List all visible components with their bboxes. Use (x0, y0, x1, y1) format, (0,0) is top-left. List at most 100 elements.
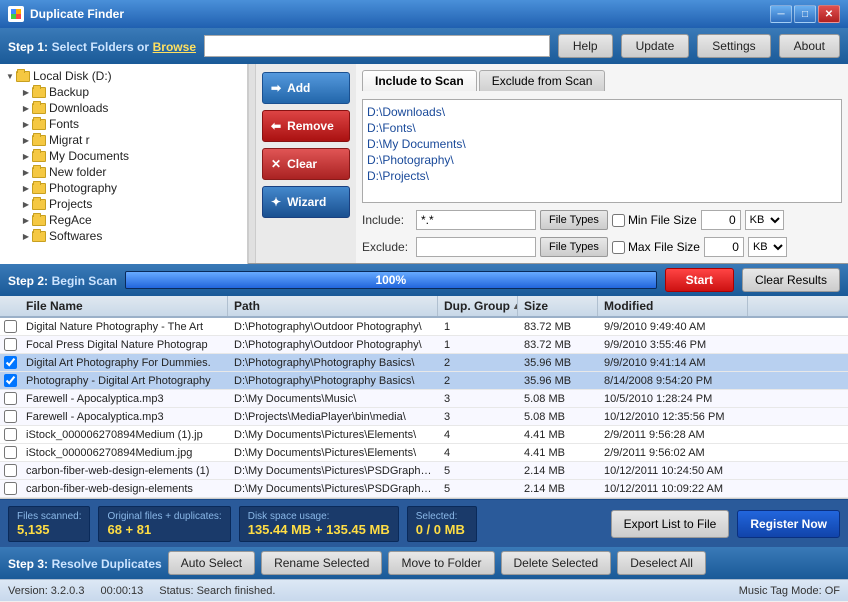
auto-select-button[interactable]: Auto Select (168, 551, 255, 575)
delete-selected-button[interactable]: Delete Selected (501, 551, 612, 575)
include-file-types-button[interactable]: File Types (540, 210, 608, 230)
min-size-checkbox[interactable] (612, 214, 625, 227)
step1-bar: Step 1: Select Folders or Browse Help Up… (0, 28, 848, 64)
add-button[interactable]: ➡ Add (262, 72, 350, 104)
scan-path-item: D:\Photography\ (367, 152, 837, 168)
exclude-file-types-button[interactable]: File Types (540, 237, 608, 257)
tree-arrow-icon: ▼ (4, 72, 16, 81)
cell-name: iStock_000006270894Medium.jpg (20, 446, 228, 460)
min-size-input[interactable] (701, 210, 741, 230)
tree-item[interactable]: ▶Backup (0, 84, 247, 100)
export-list-button[interactable]: Export List to File (611, 510, 730, 538)
include-tab[interactable]: Include to Scan (362, 70, 477, 91)
include-filter-input[interactable] (416, 210, 536, 230)
cell-size: 35.96 MB (518, 356, 598, 370)
cell-size: 4.41 MB (518, 446, 598, 460)
table-row[interactable]: Farewell - Apocalyptica.mp3D:\My Documen… (0, 390, 848, 408)
table-row[interactable]: Farewell - Apocalyptica.mp3D:\Projects\M… (0, 408, 848, 426)
tree-item[interactable]: ▶Projects (0, 196, 247, 212)
cell-name: iStock_000006270894Medium (1).jp (20, 428, 228, 442)
tree-item[interactable]: ▶My Documents (0, 148, 247, 164)
tree-arrow-icon: ▶ (20, 136, 32, 145)
step3-label: Step 3: Resolve Duplicates (8, 556, 162, 571)
cell-dup: 2 (438, 374, 518, 388)
start-button[interactable]: Start (665, 268, 734, 292)
tree-label: Softwares (49, 229, 102, 243)
row-checkbox[interactable] (0, 446, 20, 459)
close-button[interactable]: ✕ (818, 5, 840, 23)
rename-selected-button[interactable]: Rename Selected (261, 551, 382, 575)
tree-item[interactable]: ▶Downloads (0, 100, 247, 116)
cell-dup: 4 (438, 428, 518, 442)
row-checkbox[interactable] (0, 356, 20, 369)
row-checkbox[interactable] (0, 428, 20, 441)
remove-button[interactable]: ⬅ Remove (262, 110, 350, 142)
include-label: Include: (362, 213, 412, 227)
max-size-unit[interactable]: KBMB (748, 237, 787, 257)
tree-item[interactable]: ▶Migrat r (0, 132, 247, 148)
table-row[interactable]: Photography - Digital Art PhotographyD:\… (0, 372, 848, 390)
tree-label: Backup (49, 85, 89, 99)
about-button[interactable]: About (779, 34, 840, 58)
minimize-button[interactable]: ─ (770, 5, 792, 23)
max-size-input[interactable] (704, 237, 744, 257)
cell-dup: 3 (438, 392, 518, 406)
clear-button[interactable]: ✕ Clear (262, 148, 350, 180)
row-checkbox[interactable] (0, 464, 20, 477)
min-size-unit[interactable]: KBMB (745, 210, 784, 230)
row-checkbox[interactable] (0, 392, 20, 405)
tree-item[interactable]: ▶Photography (0, 180, 247, 196)
update-button[interactable]: Update (621, 34, 690, 58)
col-header-path[interactable]: Path (228, 296, 438, 316)
maximize-button[interactable]: □ (794, 5, 816, 23)
col-header-dup[interactable]: Dup. Group ▲ (438, 296, 518, 316)
table-row[interactable]: Focal Press Digital Nature PhotograpD:\P… (0, 336, 848, 354)
help-button[interactable]: Help (558, 34, 613, 58)
row-checkbox[interactable] (0, 374, 20, 387)
exclude-filter-input[interactable] (416, 237, 536, 257)
cell-modified: 10/12/2011 10:24:50 AM (598, 464, 748, 478)
disk-usage-stat: Disk space usage: 135.44 MB + 135.45 MB (239, 506, 399, 542)
table-row[interactable]: Digital Art Photography For Dummies.D:\P… (0, 354, 848, 372)
browse-link[interactable]: Browse (153, 40, 196, 54)
tree-item[interactable]: ▶RegAce (0, 212, 247, 228)
cell-path: D:\Photography\Photography Basics\ (228, 374, 438, 388)
tree-item[interactable]: ▶Softwares (0, 228, 247, 244)
col-header-name[interactable]: File Name (20, 296, 228, 316)
wizard-star-icon: ✦ (271, 195, 281, 209)
table-row[interactable]: iStock_000006270894Medium (1).jpD:\My Do… (0, 426, 848, 444)
col-header-modified[interactable]: Modified (598, 296, 748, 316)
selected-stat: Selected: 0 / 0 MB (407, 506, 477, 542)
tree-label: RegAce (49, 213, 92, 227)
cell-modified: 9/9/2010 9:41:14 AM (598, 356, 748, 370)
scan-path-item: D:\My Documents\ (367, 136, 837, 152)
browse-input[interactable] (204, 35, 550, 57)
resize-handle[interactable] (248, 64, 256, 263)
row-checkbox[interactable] (0, 410, 20, 423)
clear-results-button[interactable]: Clear Results (742, 268, 840, 292)
table-row[interactable]: carbon-fiber-web-design-elements (1)D:\M… (0, 462, 848, 480)
row-checkbox[interactable] (0, 482, 20, 495)
max-size-checkbox[interactable] (612, 241, 625, 254)
tree-item[interactable]: ▶Fonts (0, 116, 247, 132)
tree-arrow-icon: ▶ (20, 120, 32, 129)
tree-item[interactable]: ▶New folder (0, 164, 247, 180)
table-row[interactable]: carbon-fiber-web-design-elementsD:\My Do… (0, 480, 848, 498)
tree-item[interactable]: ▼Local Disk (D:) (0, 68, 247, 84)
folder-tree[interactable]: ▼Local Disk (D:)▶Backup▶Downloads▶Fonts▶… (0, 64, 247, 264)
exclude-tab[interactable]: Exclude from Scan (479, 70, 606, 91)
col-header-size[interactable]: Size (518, 296, 598, 316)
files-scanned-stat: Files scanned: 5,135 (8, 506, 90, 542)
cell-size: 2.14 MB (518, 464, 598, 478)
move-to-folder-button[interactable]: Move to Folder (388, 551, 494, 575)
table-row[interactable]: iStock_000006270894Medium.jpgD:\My Docum… (0, 444, 848, 462)
row-checkbox[interactable] (0, 320, 20, 333)
register-now-button[interactable]: Register Now (737, 510, 840, 538)
row-checkbox[interactable] (0, 338, 20, 351)
settings-button[interactable]: Settings (697, 34, 770, 58)
cell-path: D:\Projects\MediaPlayer\bin\media\ (228, 410, 438, 424)
table-body[interactable]: Digital Nature Photography - The ArtD:\P… (0, 318, 848, 498)
deselect-all-button[interactable]: Deselect All (617, 551, 706, 575)
wizard-button[interactable]: ✦ Wizard (262, 186, 350, 218)
table-row[interactable]: Digital Nature Photography - The ArtD:\P… (0, 318, 848, 336)
